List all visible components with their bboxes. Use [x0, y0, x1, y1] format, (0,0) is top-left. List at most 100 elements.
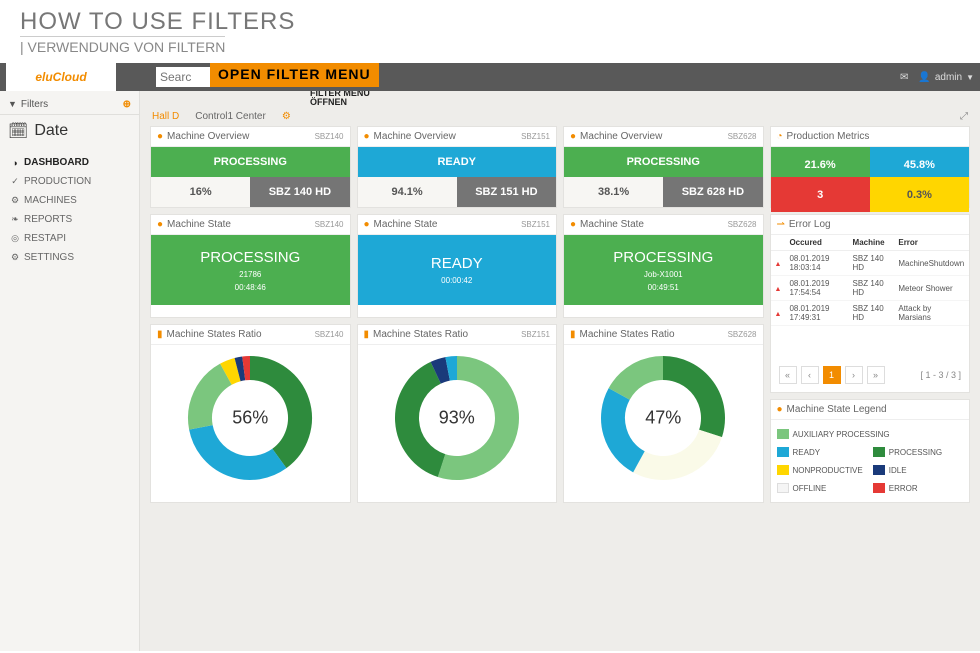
state-body: PROCESSING2178600:48:46	[151, 235, 350, 305]
sidebar-item-machines[interactable]: ⚙ MACHINES	[0, 191, 139, 210]
warning-icon: ▲	[775, 311, 782, 318]
pager-last[interactable]: »	[867, 366, 885, 384]
state-sub: 21786	[239, 270, 261, 279]
card-header: ▮ Machine States Ratio SBZ628	[564, 325, 763, 345]
legend-swatch	[777, 447, 789, 457]
pager-first[interactable]: «	[779, 366, 797, 384]
card-tag: SBZ628	[728, 132, 757, 141]
state-label: READY	[431, 255, 483, 272]
card-icon: ◔	[777, 131, 783, 142]
card-header: ◔ Production Metrics	[771, 127, 970, 147]
cell-machine: SBZ 140 HD	[849, 301, 895, 326]
card-header: ⇀Error Log	[771, 215, 970, 235]
breadcrumb-item[interactable]: Hall D	[152, 111, 179, 122]
card-header: ●Machine OverviewSBZ151	[358, 127, 557, 147]
nav-icon: ◎	[10, 233, 20, 244]
card-title: Machine States Ratio	[167, 329, 262, 340]
state-body: READY 00:00:42	[358, 235, 557, 305]
card-header: ●Machine StateSBZ628	[564, 215, 763, 235]
card-icon: ▮	[570, 329, 576, 340]
card-tag: SBZ628	[728, 330, 757, 339]
card: ●Machine StateSBZ628PROCESSINGJob-X10010…	[563, 214, 764, 318]
state-badge: PROCESSING	[564, 147, 763, 177]
gear-icon[interactable]: ⚙	[282, 111, 291, 122]
card-title: Machine Overview	[167, 131, 249, 142]
state-duration: 00:49:51	[648, 283, 679, 292]
legend-swatch	[873, 447, 885, 457]
page-subtitle: | VERWENDUNG VON FILTERN	[20, 36, 225, 55]
card: ●Machine State LegendAUXILIARY PROCESSIN…	[770, 399, 971, 503]
metric-value: 3	[771, 177, 870, 212]
nav-label: DASHBOARD	[24, 157, 89, 168]
card-header: ▮Machine States RatioSBZ151	[358, 325, 557, 345]
card-icon: ▮	[157, 329, 163, 340]
legend-swatch	[873, 465, 885, 475]
card: ●Machine OverviewSBZ151READY94.1%SBZ 151…	[357, 126, 558, 208]
legend-label: ERROR	[889, 484, 918, 493]
legend-label: READY	[793, 448, 821, 457]
table-header: Error	[894, 235, 969, 251]
cell-error: Meteor Shower	[894, 276, 969, 301]
card: ⇀Error LogOccuredMachineError▲08.01.2019…	[770, 214, 971, 393]
card-title: Machine States Ratio	[580, 329, 675, 340]
sidebar-nav: ◑ DASHBOARD ✓PRODUCTION ⚙ MACHINES ❧REPORTS ◎ R…	[0, 147, 139, 273]
page-heading: HOW TO USE FILTERS | VERWENDUNG VON FILT…	[0, 0, 980, 63]
mail-icon[interactable]: ✉	[900, 72, 908, 83]
calendar-icon: 🗓	[8, 121, 28, 141]
state-label: PROCESSING	[613, 249, 713, 266]
legend-item: ERROR	[873, 480, 963, 496]
card-tag: SBZ628	[728, 220, 757, 229]
donut-chart: 47%	[564, 345, 763, 491]
user-menu[interactable]: 👤 admin ▼	[918, 72, 974, 83]
date-label: Date	[34, 122, 68, 140]
percent-value: 94.1%	[358, 177, 457, 207]
nav-icon: ⚙	[10, 195, 20, 206]
chevron-down-icon: ▼	[966, 73, 974, 82]
card: ●Machine StateSBZ140PROCESSING2178600:48…	[150, 214, 351, 318]
table-header: Occured	[785, 235, 848, 251]
card-title: Machine Overview	[374, 131, 456, 142]
card-header: ●Machine OverviewSBZ628	[564, 127, 763, 147]
card-tag: SBZ151	[521, 132, 550, 141]
card-tag: SBZ140	[315, 220, 344, 229]
legend-label: AUXILIARY PROCESSING	[793, 430, 890, 439]
search-input[interactable]	[156, 67, 216, 87]
pager-page[interactable]: 1	[823, 366, 841, 384]
nav-label: MACHINES	[24, 195, 77, 206]
breadcrumb-item[interactable]: Control1 Center	[195, 111, 266, 122]
card-title: Production Metrics	[787, 131, 870, 142]
sidebar-item-reports[interactable]: ❧REPORTS	[0, 210, 139, 229]
sidebar-item-production[interactable]: ✓PRODUCTION	[0, 172, 139, 191]
state-duration: 00:00:42	[441, 276, 472, 285]
card: ●Machine StateSBZ151 READY 00:00:42	[357, 214, 558, 318]
filters-toggle[interactable]: ▼Filters ⊕	[0, 95, 139, 115]
pager-next[interactable]: ›	[845, 366, 863, 384]
card-tag: SBZ140	[315, 330, 344, 339]
nav-icon: ❧	[10, 214, 20, 225]
add-filter-icon[interactable]: ⊕	[123, 99, 131, 110]
card-icon: ●	[570, 131, 576, 142]
table-row[interactable]: ▲08.01.2019 17:49:31SBZ 140 HDAttack by …	[771, 301, 970, 326]
percent-value: 38.1%	[564, 177, 663, 207]
card: ◔Production Metrics21.6%45.8%30.3%	[770, 126, 971, 208]
card: ●Machine OverviewSBZ628PROCESSING38.1% SB…	[563, 126, 764, 208]
nav-label: RESTAPI	[24, 233, 66, 244]
donut-chart: 56%	[151, 345, 350, 491]
date-filter[interactable]: 🗓 Date	[0, 115, 139, 147]
legend-swatch	[777, 429, 789, 439]
nav-icon: ◑	[10, 158, 20, 168]
pager-prev[interactable]: ‹	[801, 366, 819, 384]
card-header: ●Machine StateSBZ151	[358, 215, 557, 235]
table-row[interactable]: ▲08.01.2019 17:54:54SBZ 140 HDMeteor Sho…	[771, 276, 970, 301]
sidebar-item-dashboard[interactable]: ◑ DASHBOARD	[0, 153, 139, 172]
table-row[interactable]: ▲08.01.2019 18:03:14SBZ 140 HDMachineShu…	[771, 251, 970, 276]
nav-label: PRODUCTION	[24, 176, 91, 187]
sidebar-item-settings[interactable]: ⚙SETTINGS	[0, 248, 139, 267]
card-icon: ●	[777, 404, 783, 415]
cell-machine: SBZ 140 HD	[849, 276, 895, 301]
sidebar-item-restapi[interactable]: ◎ RESTAPI	[0, 229, 139, 248]
page-title: HOW TO USE FILTERS	[20, 8, 960, 36]
expand-icon[interactable]: ⤢	[960, 111, 968, 122]
donut-center-label: 93%	[439, 407, 475, 428]
model-badge: SBZ 151 HD	[457, 177, 556, 207]
